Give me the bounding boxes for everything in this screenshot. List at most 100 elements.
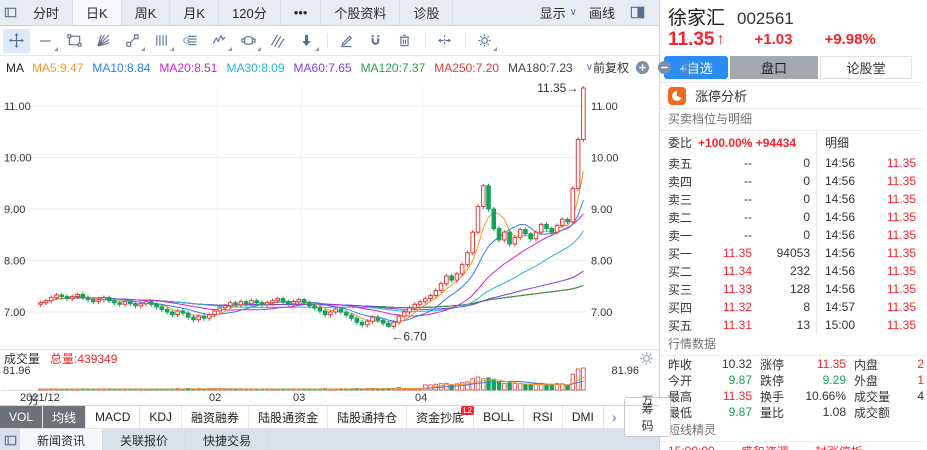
trade-time: 14:57 (825, 300, 855, 314)
alert-stock: 盛和资源 (741, 443, 789, 450)
order-level-label: 卖一 (668, 227, 702, 244)
gear-icon[interactable] (678, 59, 695, 76)
trade-time: 14:56 (825, 156, 855, 170)
draw-line-button[interactable]: 画线 (589, 3, 615, 22)
market-data: 昨收10.32涨停11.35内盘2今开9.87跌停9.29外盘1最高11.35换… (660, 356, 926, 420)
trade-price: 11.35 (855, 228, 916, 242)
bottom-tab[interactable]: 关联报价 (103, 429, 186, 450)
trash-icon[interactable] (391, 29, 418, 53)
order-level-cell: 卖四--0 (660, 172, 817, 190)
indicator-tab[interactable]: BOLL (474, 406, 524, 428)
zoom-in-icon[interactable] (634, 59, 651, 76)
rectangle-icon[interactable] (61, 29, 88, 53)
indicator-tab[interactable]: MACD (86, 406, 140, 428)
market-label: 跌停 (760, 372, 784, 388)
period-tab[interactable]: 120分 (219, 0, 281, 25)
gann-grid-icon[interactable]: G (177, 29, 204, 53)
tab-pankou[interactable]: 盘口 (730, 56, 818, 79)
tab-forum[interactable]: 论股堂 (820, 56, 912, 79)
kline-svg: 11.0011.0010.0010.009.009.008.008.007.00… (0, 79, 660, 349)
trade-detail-cell: 14:5611.35 (817, 210, 926, 224)
segment-icon[interactable] (119, 29, 146, 53)
period-tab[interactable]: ••• (281, 0, 322, 25)
period-tab[interactable]: 日K (73, 0, 122, 25)
order-level-cell: 买四11.328 (660, 298, 817, 316)
market-label: 今开 (668, 372, 692, 388)
vertical-lines-icon[interactable] (148, 29, 175, 53)
order-book-row: 买二11.3423214:5611.35 (660, 262, 926, 280)
period-tab[interactable]: 诊股 (400, 0, 453, 25)
limit-up-analysis[interactable]: 涨停分析 (660, 82, 926, 109)
volume-chart[interactable]: 81.96 81.96 (0, 367, 659, 391)
pitchfork-icon[interactable] (264, 29, 291, 53)
order-volume: 232 (768, 264, 810, 278)
gear-icon[interactable] (471, 29, 498, 53)
window-icon[interactable] (0, 429, 20, 450)
move-icon[interactable] (3, 29, 30, 53)
chevron-down-icon: ∨ (586, 62, 593, 73)
drawing-toolbar: G (0, 26, 659, 56)
volume-scale-left: 81.96 (3, 365, 31, 377)
weibi-row: 委比 +100.00% +94434 明细 (660, 131, 926, 154)
period-tab[interactable]: 周K (122, 0, 171, 25)
ma-value: MA30:8.09 (226, 61, 284, 75)
trendline-icon[interactable] (32, 29, 59, 53)
indicator-tab[interactable]: 陆股通资金 (249, 406, 328, 428)
indicator-tab[interactable]: DMI (563, 406, 604, 428)
order-volume: 0 (768, 192, 810, 206)
limit-analysis-icon (668, 87, 686, 105)
zoom-out-icon[interactable] (656, 59, 673, 76)
svg-text:8.00: 8.00 (591, 256, 612, 268)
ellipse-icon[interactable] (235, 29, 262, 53)
alert-row: 15:00:00 盛和资源 封涨停板 (660, 442, 926, 450)
bottom-tab[interactable]: 快捷交易 (186, 429, 269, 450)
indicator-tab[interactable]: 融资融券 (182, 406, 249, 428)
period-tab[interactable]: 个股资料 (321, 0, 400, 25)
market-label: 成交量 (854, 388, 890, 404)
period-tabbar: 分时日K周K月K120分•••个股资料诊股 显示∨ 画线 (0, 0, 659, 26)
last-price: 11.35 (668, 29, 715, 51)
trade-price: 11.35 (855, 282, 916, 296)
order-price: 11.31 (702, 318, 768, 332)
order-level-cell: 买一11.3594053 (660, 244, 817, 262)
indicator-tab[interactable]: RSI (524, 406, 563, 428)
volume-scale-right: 81.96 (611, 365, 639, 377)
indicator-tab[interactable]: KDJ (140, 406, 182, 428)
magnet-icon[interactable] (362, 29, 389, 53)
period-tab[interactable]: 月K (170, 0, 219, 25)
gann-fan-icon[interactable] (90, 29, 117, 53)
market-label: 换手 (760, 388, 784, 404)
indicator-tab[interactable]: 陆股通持仓 (328, 406, 407, 428)
display-dropdown[interactable]: 显示∨ (540, 3, 577, 22)
gear-icon[interactable] (639, 351, 655, 367)
arrow-down-icon[interactable] (293, 29, 320, 53)
wave-icon[interactable] (206, 29, 233, 53)
order-volume: 8 (768, 300, 810, 314)
order-book-row: 卖二--014:5611.35 (660, 208, 926, 226)
adjust-mode-label[interactable]: 前复权 (593, 59, 629, 76)
weibi-cell: 委比 +100.00% +94434 (660, 131, 817, 154)
trade-detail-cell: 14:5611.35 (817, 228, 926, 242)
weibi-value: +100.00% +94434 (698, 136, 796, 150)
pencil-icon[interactable] (333, 29, 360, 53)
svg-text:11.35→: 11.35→ (537, 81, 578, 95)
more-indicators-button[interactable]: › (604, 409, 625, 425)
trade-detail-cell: 14:5611.35 (817, 282, 926, 296)
indicator-tab[interactable]: 均线 (43, 406, 86, 428)
expand-icon[interactable] (431, 29, 458, 53)
order-price: 11.35 (702, 246, 768, 260)
order-volume: 0 (768, 228, 810, 242)
trade-price: 11.35 (855, 192, 916, 206)
trade-price: 11.35 (855, 210, 916, 224)
market-value: 4 (890, 389, 926, 403)
bottom-tab[interactable]: 新闻资讯 (20, 429, 103, 450)
panel-toggle-icon[interactable] (627, 0, 647, 25)
window-icon[interactable] (0, 0, 20, 25)
kline-chart[interactable]: 11.0011.0010.0010.009.009.008.008.007.00… (0, 79, 659, 349)
indicator-tab[interactable]: 资金抄底L2 (407, 406, 474, 428)
period-tab[interactable]: 分时 (20, 0, 73, 25)
alert-event: 封涨停板 (815, 443, 863, 450)
trade-detail-cell: 15:0011.35 (817, 318, 926, 332)
indicator-tab[interactable]: VOL (0, 406, 43, 428)
order-level-label: 卖三 (668, 191, 702, 208)
